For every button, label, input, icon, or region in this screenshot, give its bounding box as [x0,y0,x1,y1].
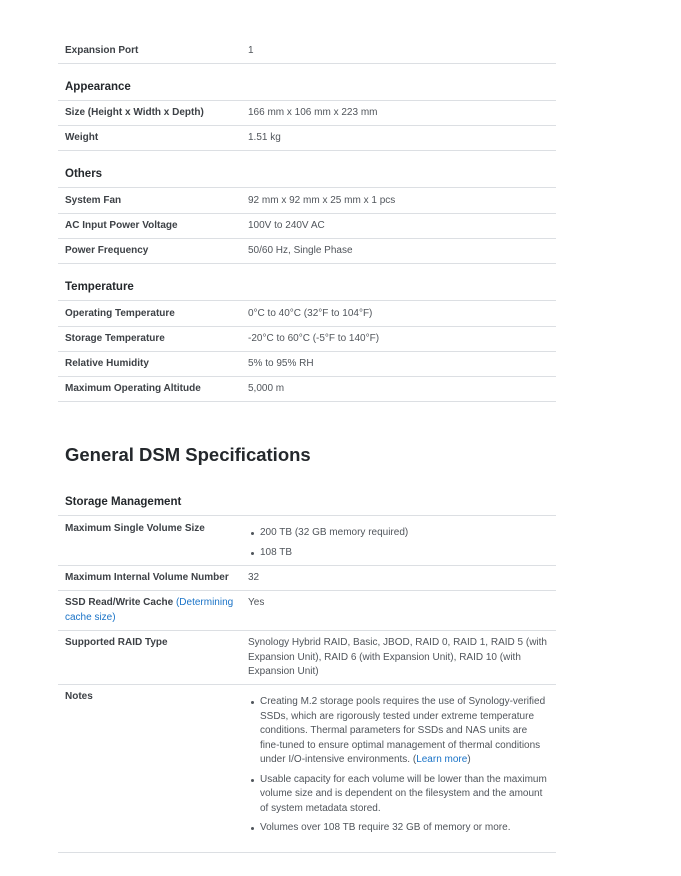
list-item: Volumes over 108 TB require 32 GB of mem… [251,821,548,836]
list-item: Creating M.2 storage pools requires the … [251,695,548,768]
spec-row-notes: Notes Creating M.2 storage pools require… [58,685,556,853]
spec-row-storage-temperature: Storage Temperature -20°C to 60°C (-5°F … [58,327,556,352]
spec-row-system-fan: System Fan 92 mm x 92 mm x 25 mm x 1 pcs [58,188,556,214]
spec-label: Maximum Internal Volume Number [65,572,229,583]
section-heading-storage-management: Storage Management [58,466,556,516]
spec-value: 92 mm x 92 mm x 25 mm x 1 pcs [248,195,396,206]
spec-row-relative-humidity: Relative Humidity 5% to 95% RH [58,352,556,377]
spec-row-ssd-cache: SSD Read/Write Cache (Determining cache … [58,591,556,631]
spec-row-max-volume-size: Maximum Single Volume Size 200 TB (32 GB… [58,516,556,566]
spec-value: 5,000 m [248,383,285,394]
learn-more-link[interactable]: Learn more [416,754,467,765]
spec-value: 0°C to 40°C (32°F to 104°F) [248,308,373,319]
spec-label: Notes [65,691,93,702]
spec-row-internal-volume-number: Maximum Internal Volume Number 32 [58,566,556,591]
spec-label: Weight [65,132,99,143]
spec-row-weight: Weight 1.51 kg [58,126,556,151]
spec-label-text: SSD Read/Write Cache [65,597,174,608]
section-heading-label: Appearance [65,81,131,93]
spec-label: Supported RAID Type [65,637,168,648]
spec-value: 166 mm x 106 mm x 223 mm [248,107,378,118]
spec-value: 1.51 kg [248,132,281,143]
spec-value: 50/60 Hz, Single Phase [248,245,353,256]
spec-row-power-voltage: AC Input Power Voltage 100V to 240V AC [58,214,556,239]
spec-value: 200 TB (32 GB memory required) 108 TB [248,516,556,565]
spec-label: Size (Height x Width x Depth) [65,107,204,118]
spec-value: -20°C to 60°C (-5°F to 140°F) [248,333,380,344]
list-item: Usable capacity for each volume will be … [251,773,548,817]
spec-label: System Fan [65,195,122,206]
list-item: 108 TB [251,546,548,561]
spec-label: Relative Humidity [65,358,149,369]
notes-list: Creating M.2 storage pools requires the … [248,695,548,836]
page-title-text: General DSM Specifications [65,444,311,465]
spec-label: Maximum Single Volume Size [65,523,205,534]
spec-row-operating-temperature: Operating Temperature 0°C to 40°C (32°F … [58,301,556,327]
spec-value: 32 [248,572,260,583]
section-heading-label: Others [65,168,103,180]
spec-label: Expansion Port [65,45,139,56]
bullet-list: 200 TB (32 GB memory required) 108 TB [248,526,548,560]
spec-row-raid-type: Supported RAID Type Synology Hybrid RAID… [58,631,556,685]
spec-label: AC Input Power Voltage [65,220,178,231]
spec-label: Operating Temperature [65,308,175,319]
section-heading-label: Storage Management [65,496,182,508]
list-item: 200 TB (32 GB memory required) [251,526,548,541]
section-heading-others: Others [58,151,556,188]
spec-row-power-frequency: Power Frequency 50/60 Hz, Single Phase [58,239,556,264]
section-heading-appearance: Appearance [58,64,556,101]
spec-label: Storage Temperature [65,333,165,344]
spec-row-operating-altitude: Maximum Operating Altitude 5,000 m [58,377,556,402]
section-heading-temperature: Temperature [58,264,556,301]
spec-row-size: Size (Height x Width x Depth) 166 mm x 1… [58,101,556,126]
spec-value: 5% to 95% RH [248,358,314,369]
spec-label: SSD Read/Write Cache (Determining cache … [58,591,248,630]
spec-value: 1 [248,45,254,56]
spec-value: Creating M.2 storage pools requires the … [248,685,556,852]
note-text-end: ) [467,754,471,765]
spec-page: Expansion Port 1 Appearance Size (Height… [58,38,556,853]
spec-label: Maximum Operating Altitude [65,383,201,394]
page-title: General DSM Specifications [58,402,556,466]
spec-value: Yes [248,597,265,608]
spec-row-expansion-port: Expansion Port 1 [58,38,556,64]
spec-label: Power Frequency [65,245,149,256]
spec-value: 100V to 240V AC [248,220,325,231]
note-text: Creating M.2 storage pools requires the … [260,696,546,765]
spec-value: Synology Hybrid RAID, Basic, JBOD, RAID … [248,637,547,677]
section-heading-label: Temperature [65,281,134,293]
